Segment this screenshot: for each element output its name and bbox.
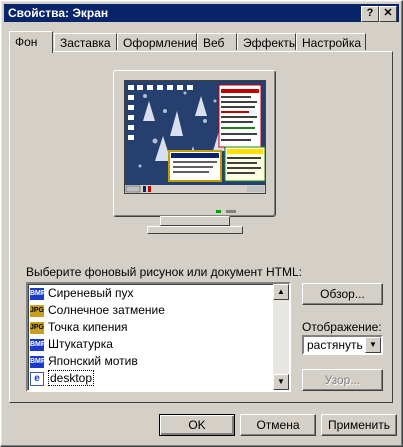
list-item[interactable]: JPG Точка кипения bbox=[30, 319, 128, 335]
scroll-up-arrow-icon[interactable]: ▲ bbox=[273, 284, 289, 300]
display-mode-select[interactable]: растянуть ▼ bbox=[302, 335, 383, 355]
list-item-label: Сиреневый пух bbox=[48, 286, 134, 300]
list-item-label: Точка кипения bbox=[48, 320, 128, 334]
browse-button[interactable]: Обзор... bbox=[302, 283, 383, 305]
monitor-stand-neck bbox=[160, 216, 230, 226]
jpg-icon: JPG bbox=[30, 304, 44, 317]
title-bar[interactable]: Свойства: Экран ? ✕ bbox=[4, 4, 399, 22]
window-title: Свойства: Экран bbox=[8, 6, 109, 20]
display-mode-value: растянуть bbox=[307, 338, 363, 352]
wallpaper-list[interactable]: BMP Сиреневый пух JPG Солнечное затмение J… bbox=[26, 282, 291, 392]
list-item-label: Японский мотив bbox=[48, 354, 138, 368]
list-item[interactable]: BMP Сиреневый пух bbox=[30, 285, 134, 301]
chevron-down-icon[interactable]: ▼ bbox=[365, 337, 381, 353]
help-button[interactable]: ? bbox=[361, 6, 379, 22]
list-item-label: Штукатурка bbox=[48, 337, 113, 351]
desktop-preview-screen bbox=[124, 80, 266, 194]
list-scrollbar[interactable]: ▲ ▼ bbox=[273, 284, 289, 390]
html-document-icon: e bbox=[30, 371, 44, 386]
list-item[interactable]: BMP Штукатурка bbox=[30, 336, 113, 352]
list-item[interactable]: JPG Солнечное затмение bbox=[30, 302, 165, 318]
monitor-stand-base bbox=[147, 226, 243, 234]
tab-strip: Фон Заставка Оформление Веб Эффекты Наст… bbox=[9, 31, 389, 53]
tab-background[interactable]: Фон bbox=[9, 31, 53, 53]
wallpaper-list-label: Выберите фоновый рисунок или документ HT… bbox=[26, 265, 302, 279]
power-led bbox=[216, 210, 221, 213]
wallpaper-preview-image bbox=[125, 81, 265, 193]
tab-appearance[interactable]: Оформление bbox=[117, 33, 197, 50]
tab-screensaver[interactable]: Заставка bbox=[54, 33, 117, 50]
bmp-icon: BMP bbox=[30, 338, 46, 351]
apply-button[interactable]: Применить bbox=[321, 414, 397, 436]
bmp-icon: BMP bbox=[30, 287, 46, 300]
jpg-icon: JPG bbox=[30, 321, 44, 334]
list-item-selected[interactable]: e desktop bbox=[30, 370, 95, 386]
ok-button[interactable]: OK bbox=[159, 414, 235, 436]
cancel-button[interactable]: Отмена bbox=[240, 414, 316, 436]
scroll-down-arrow-icon[interactable]: ▼ bbox=[273, 374, 289, 390]
display-mode-label: Отображение: bbox=[302, 320, 382, 334]
list-item-label: Солнечное затмение bbox=[48, 303, 165, 317]
monitor-indicator bbox=[226, 210, 236, 213]
list-item-label: desktop bbox=[48, 370, 95, 386]
list-item[interactable]: BMP Японский мотив bbox=[30, 353, 138, 369]
bmp-icon: BMP bbox=[30, 355, 46, 368]
tab-settings[interactable]: Настройка bbox=[296, 33, 366, 50]
close-button[interactable]: ✕ bbox=[379, 6, 397, 22]
pattern-button[interactable]: Узор... bbox=[302, 369, 383, 391]
tab-web[interactable]: Веб bbox=[197, 33, 237, 50]
tab-effects[interactable]: Эффекты bbox=[237, 33, 298, 50]
